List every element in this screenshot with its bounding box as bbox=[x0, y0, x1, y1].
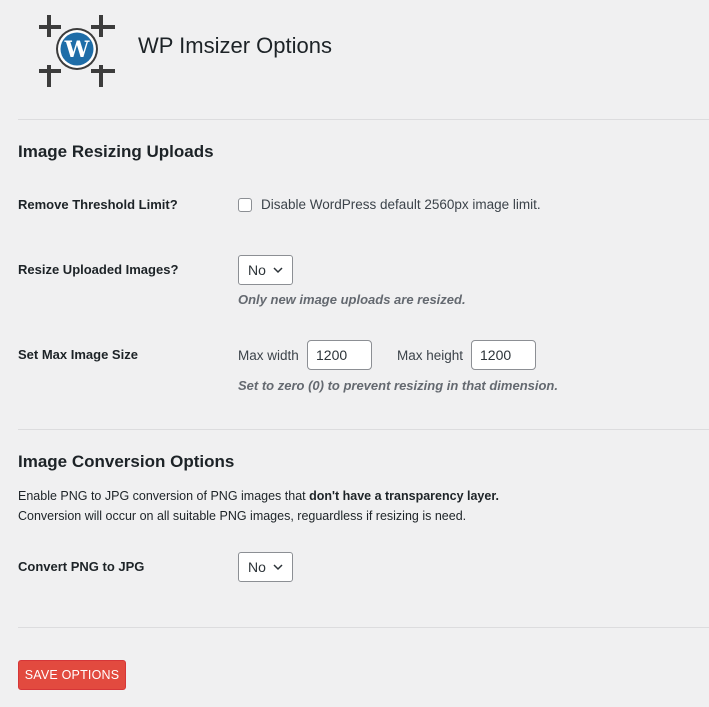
wordpress-crop-icon: W bbox=[37, 13, 119, 89]
max-size-description: Set to zero (0) to prevent resizing in t… bbox=[238, 378, 558, 393]
max-size-label: Set Max Image Size bbox=[18, 347, 138, 362]
divider bbox=[18, 627, 709, 628]
header: W bbox=[37, 13, 119, 89]
chevron-down-icon bbox=[273, 267, 283, 274]
section-title-resizing: Image Resizing Uploads bbox=[18, 142, 214, 161]
threshold-option[interactable]: Disable WordPress default 2560px image l… bbox=[238, 197, 541, 212]
options-page: W WP Imsizer Options Image Resizing Uplo… bbox=[0, 0, 709, 707]
max-height-input[interactable] bbox=[471, 340, 536, 370]
max-width-label: Max width bbox=[238, 348, 299, 363]
section-title-conversion: Image Conversion Options bbox=[18, 452, 235, 471]
convert-png-select-value: No bbox=[248, 559, 266, 575]
resize-uploaded-select-value: No bbox=[248, 262, 266, 278]
threshold-label: Remove Threshold Limit? bbox=[18, 197, 178, 212]
conversion-intro-line2: Conversion will occur on all suitable PN… bbox=[18, 509, 467, 523]
threshold-checkbox[interactable] bbox=[238, 197, 252, 212]
convert-png-select[interactable]: No bbox=[238, 552, 293, 582]
max-width-input[interactable] bbox=[307, 340, 372, 370]
divider bbox=[18, 119, 709, 120]
divider bbox=[18, 429, 709, 430]
resize-uploaded-select[interactable]: No bbox=[238, 255, 293, 285]
resize-uploaded-label: Resize Uploaded Images? bbox=[18, 262, 179, 277]
conversion-intro-end: . bbox=[495, 489, 499, 503]
conversion-intro-bold: don't have a transparency layer bbox=[309, 489, 496, 503]
resize-uploaded-description: Only new image uploads are resized. bbox=[238, 292, 466, 307]
save-options-button[interactable]: SAVE OPTIONS bbox=[18, 660, 126, 690]
convert-png-label: Convert PNG to JPG bbox=[18, 559, 145, 574]
page-title: WP Imsizer Options bbox=[138, 33, 332, 58]
svg-text:W: W bbox=[64, 37, 90, 63]
conversion-intro-text: Enable PNG to JPG conversion of PNG imag… bbox=[18, 489, 310, 503]
chevron-down-icon bbox=[273, 564, 283, 571]
threshold-checkbox-label[interactable]: Disable WordPress default 2560px image l… bbox=[261, 197, 541, 212]
max-height-label: Max height bbox=[397, 348, 464, 363]
conversion-intro: Enable PNG to JPG conversion of PNG imag… bbox=[18, 486, 499, 506]
